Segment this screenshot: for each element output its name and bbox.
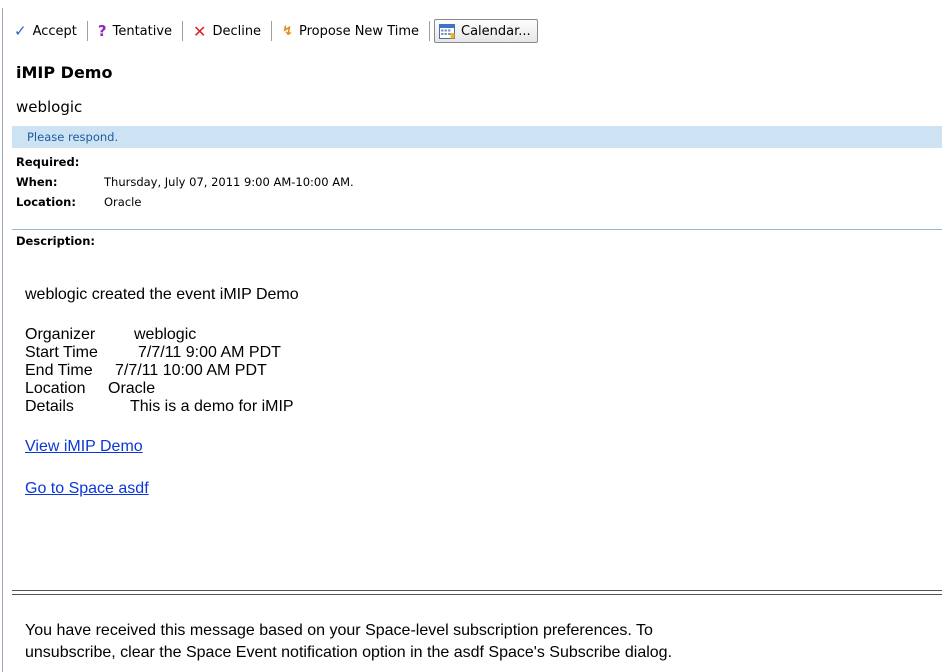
tentative-button[interactable]: ? Tentative — [92, 19, 178, 43]
end-time-value: 7/7/11 10:00 AM PDT — [115, 362, 267, 379]
details-label: Details — [25, 398, 74, 415]
toolbar-separator — [182, 21, 184, 41]
go-to-space-link[interactable]: Go to Space asdf — [25, 480, 149, 497]
when-row: When: Thursday, July 07, 2011 9:00 AM-10… — [16, 172, 354, 192]
meeting-title: iMIP Demo — [16, 63, 113, 82]
question-mark-icon: ? — [97, 22, 107, 40]
when-value: Thursday, July 07, 2011 9:00 AM-10:00 AM… — [104, 175, 354, 189]
required-label: Required: — [16, 155, 80, 169]
checkmark-icon: ✓ — [14, 22, 27, 40]
decline-label: Decline — [212, 23, 262, 39]
message-body: weblogic created the event iMIP Demo Org… — [25, 286, 299, 498]
location-detail-row: Location Oracle — [25, 380, 299, 398]
view-event-link[interactable]: View iMIP Demo — [25, 438, 143, 455]
start-time-value: 7/7/11 9:00 AM PDT — [138, 344, 281, 361]
footer-line-2: unsubscribe, clear the Space Event notif… — [25, 644, 673, 661]
propose-label: Propose New Time — [298, 23, 420, 39]
x-icon: ✕ — [193, 21, 207, 41]
details-value: This is a demo for iMIP — [130, 398, 294, 415]
location-detail-label: Location — [25, 380, 86, 397]
required-row: Required: — [16, 152, 354, 172]
accept-label: Accept — [32, 23, 77, 39]
calendar-button[interactable]: Calendar... — [434, 19, 538, 43]
organizer-row: Organizer weblogic — [25, 326, 299, 344]
footer-line-1: You have received this message based on … — [25, 622, 653, 639]
location-row: Location: Oracle — [16, 192, 354, 212]
meeting-details: Required: When: Thursday, July 07, 2011 … — [16, 152, 354, 212]
calendar-icon — [439, 23, 456, 39]
propose-new-time-button[interactable]: ↯ Propose New Time — [276, 19, 425, 43]
meeting-response-toolbar: ✓ Accept ? Tentative ✕ Decline ↯ Propose… — [8, 17, 538, 45]
start-time-row: Start Time 7/7/11 9:00 AM PDT — [25, 344, 299, 362]
organizer-value: weblogic — [134, 326, 197, 343]
calendar-label: Calendar... — [461, 23, 531, 39]
toolbar-separator — [429, 21, 431, 41]
details-row: Details This is a demo for iMIP — [25, 398, 299, 416]
intro-text: weblogic created the event iMIP Demo — [25, 286, 299, 303]
end-time-row: End Time 7/7/11 10:00 AM PDT — [25, 362, 299, 380]
footer-divider — [12, 590, 942, 595]
accept-button[interactable]: ✓ Accept — [8, 19, 83, 43]
when-label: When: — [16, 175, 58, 189]
toolbar-separator — [271, 21, 273, 41]
divider — [12, 229, 942, 230]
end-time-label: End Time — [25, 362, 93, 379]
location-detail-value: Oracle — [108, 380, 156, 397]
start-time-label: Start Time — [25, 344, 98, 361]
location-label: Location: — [16, 195, 76, 209]
subscription-footer: You have received this message based on … — [25, 620, 940, 664]
decline-button[interactable]: ✕ Decline — [187, 19, 267, 43]
organizer-label: Organizer — [25, 326, 96, 343]
toolbar-separator — [86, 21, 88, 41]
description-label: Description: — [16, 234, 95, 248]
response-banner: Please respond. — [12, 126, 942, 148]
organizer-name: weblogic — [16, 98, 83, 116]
tentative-label: Tentative — [112, 23, 173, 39]
propose-time-icon: ↯ — [282, 23, 293, 39]
location-value: Oracle — [104, 195, 142, 209]
